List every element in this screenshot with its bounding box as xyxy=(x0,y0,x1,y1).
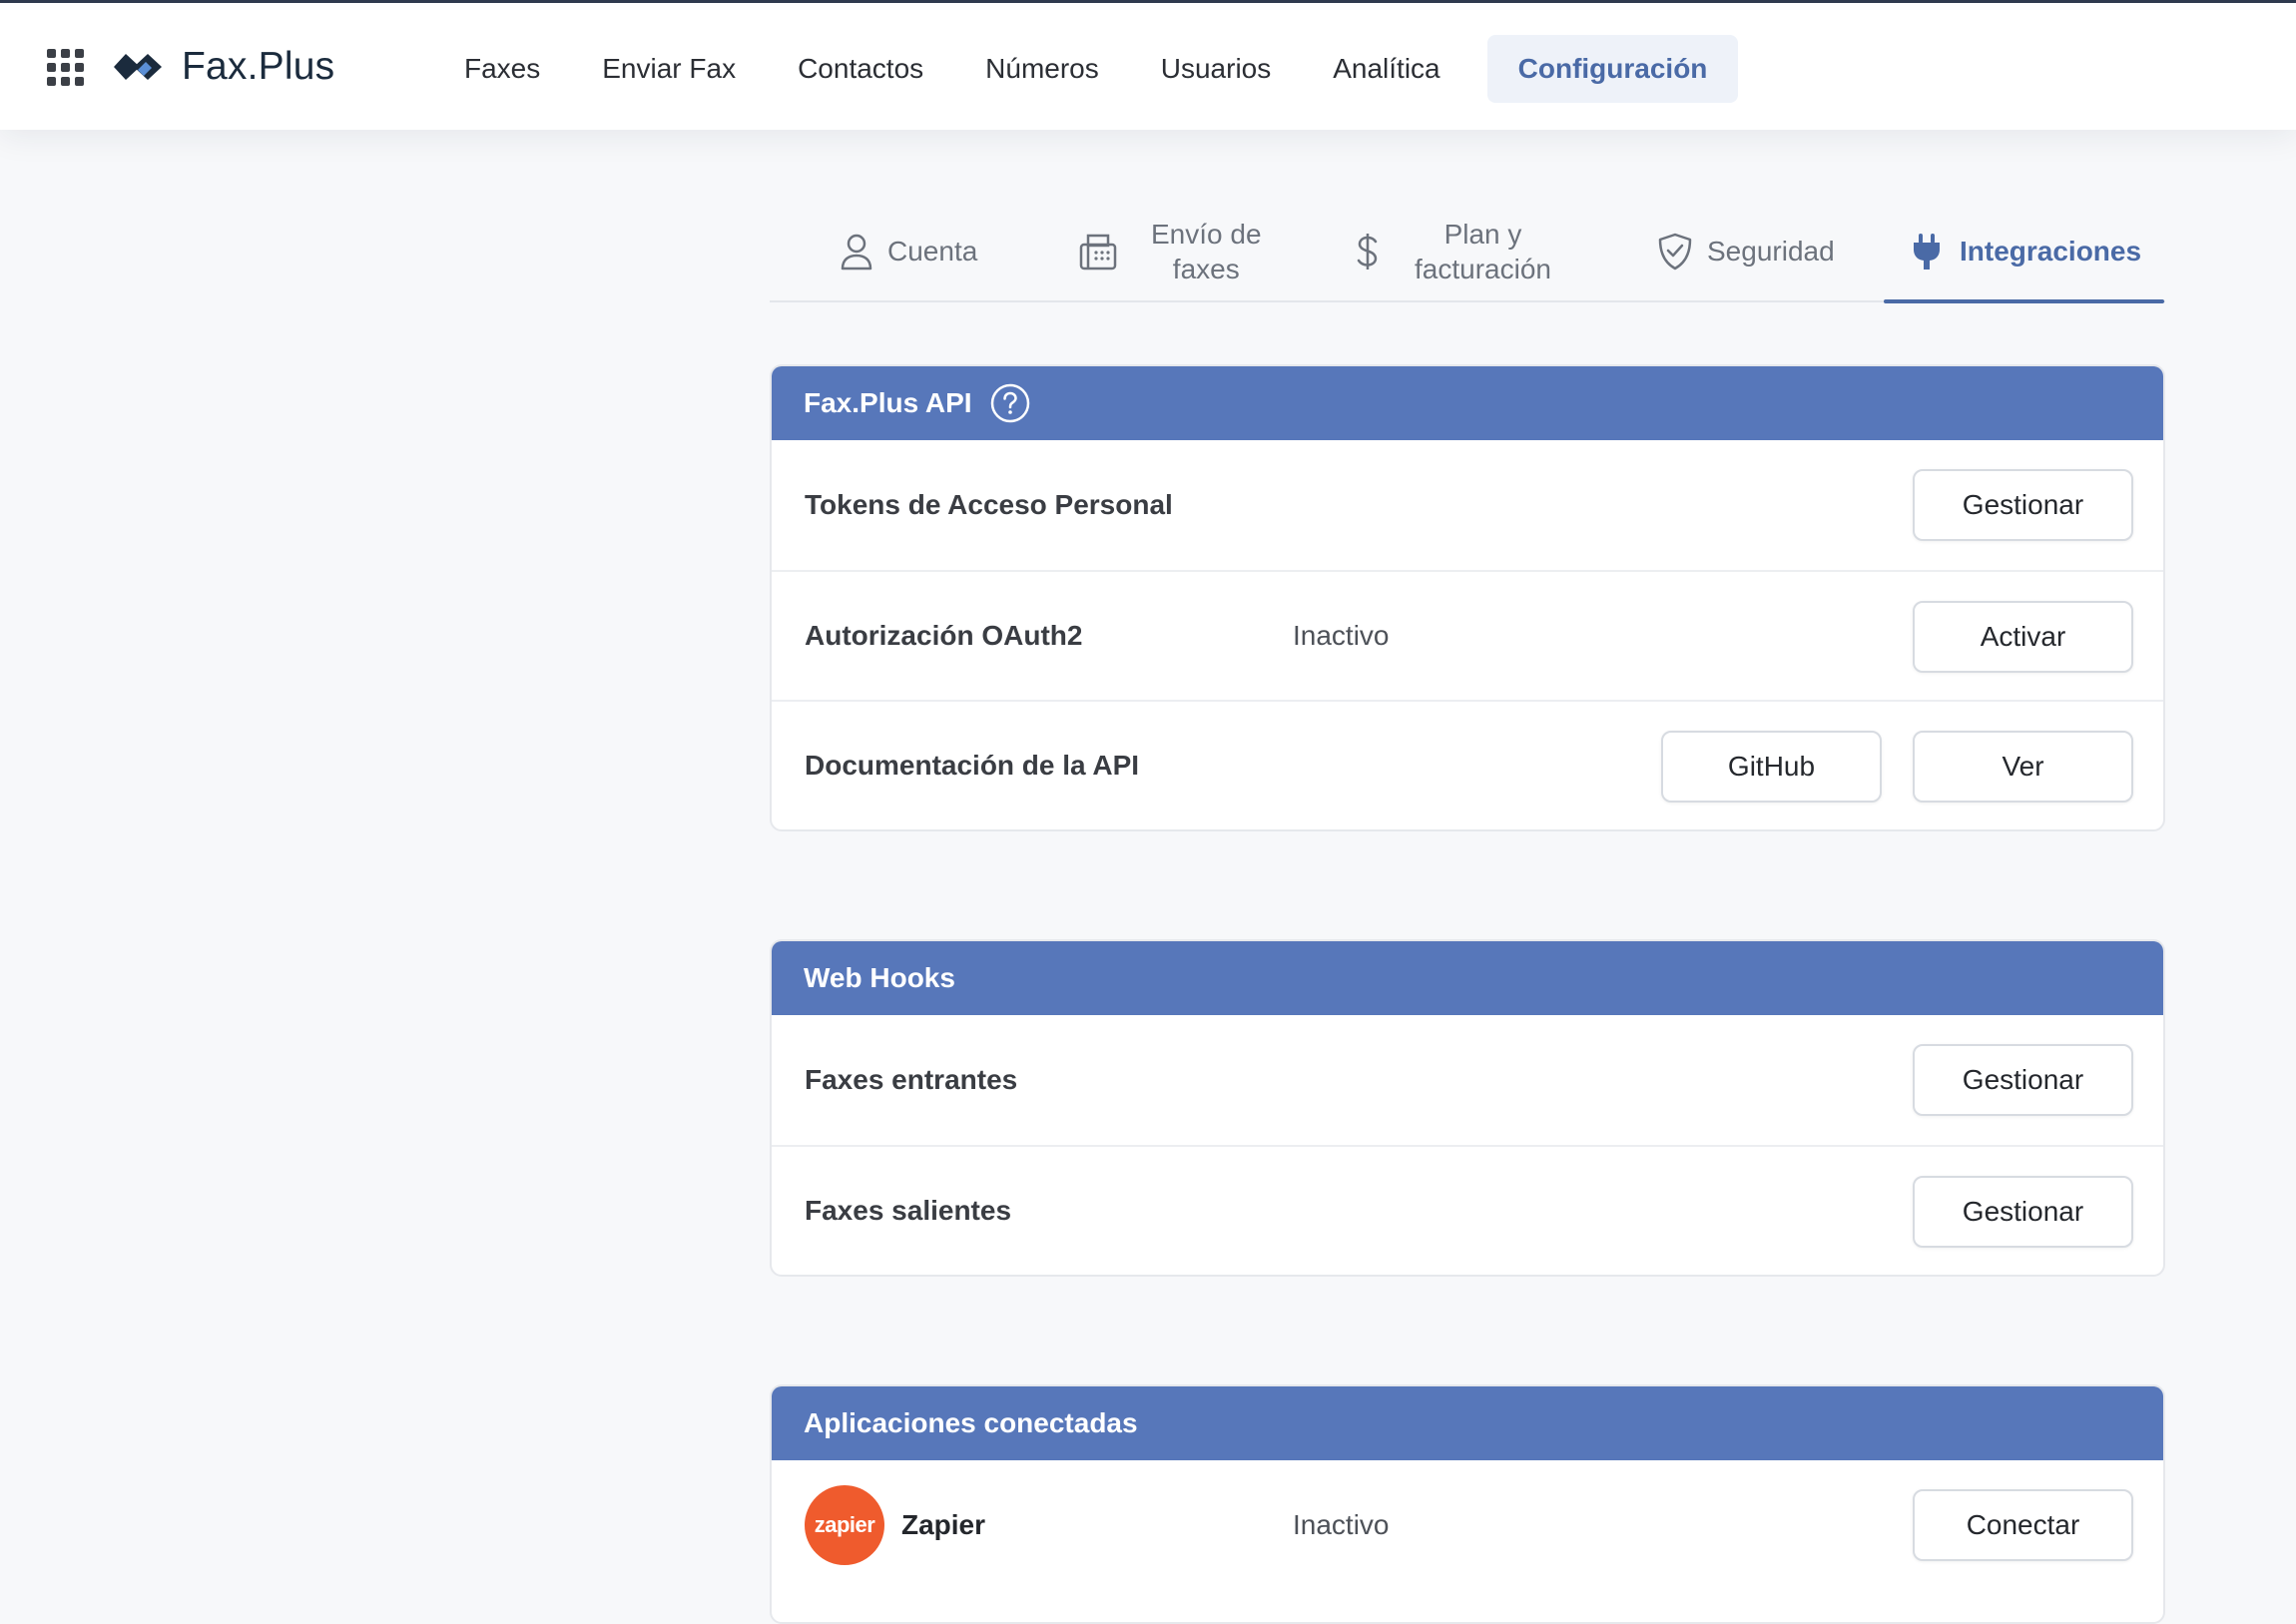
api-row-tokens: Tokens de Acceso Personal Gestionar xyxy=(772,440,2163,570)
plug-icon xyxy=(1914,233,1940,270)
fax-plus-logo-icon xyxy=(114,54,162,80)
tab-plan-billing-line1: Plan y xyxy=(1443,218,1522,250)
connected-apps-card: Aplicaciones conectadas zapier Zapier In… xyxy=(770,1384,2165,1624)
apps-card-title: Aplicaciones conectadas xyxy=(804,1407,1138,1438)
manage-incoming-button[interactable]: Gestionar xyxy=(1913,1044,2133,1116)
webhook-row-outgoing: Faxes salientes Gestionar xyxy=(772,1145,2163,1275)
zapier-label: Zapier xyxy=(901,1509,986,1540)
incoming-faxes-label: Faxes entrantes xyxy=(805,1064,1018,1095)
tab-fax-sending[interactable]: Envío de faxes xyxy=(1079,200,1262,302)
api-row-docs: Documentación de la API GitHub Ver xyxy=(772,700,2163,829)
connect-zapier-button[interactable]: Conectar xyxy=(1913,1489,2133,1561)
nav-contacts[interactable]: Contactos xyxy=(767,35,954,103)
webhook-row-incoming: Faxes entrantes Gestionar xyxy=(772,1015,2163,1145)
api-card-title: Fax.Plus API xyxy=(804,387,972,418)
nav-settings[interactable]: Configuración xyxy=(1486,35,1739,103)
oauth2-label: Autorización OAuth2 xyxy=(805,620,1083,651)
tab-plan-billing-line2: facturación xyxy=(1415,253,1551,284)
tab-account[interactable]: Cuenta xyxy=(840,200,977,302)
github-button[interactable]: GitHub xyxy=(1661,731,1882,803)
api-card: Fax.Plus API Tokens de Acceso Personal G… xyxy=(770,364,2165,831)
main-nav: Faxes Enviar Fax Contactos Números Usuar… xyxy=(433,35,1739,103)
api-docs-label: Documentación de la API xyxy=(805,750,1140,781)
shield-check-icon xyxy=(1658,233,1692,270)
tab-integrations-label: Integraciones xyxy=(1960,236,2142,267)
active-tab-indicator xyxy=(1884,299,2164,303)
tab-plan-billing-label: Plan y facturación xyxy=(1415,217,1551,286)
tab-account-label: Cuenta xyxy=(887,236,978,267)
manage-outgoing-button[interactable]: Gestionar xyxy=(1913,1176,2133,1248)
tokens-label: Tokens de Acceso Personal xyxy=(805,489,1173,520)
nav-analytics[interactable]: Analítica xyxy=(1302,35,1470,103)
oauth2-status: Inactivo xyxy=(1293,620,1390,651)
nav-numbers[interactable]: Números xyxy=(954,35,1130,103)
zapier-status: Inactivo xyxy=(1293,1509,1390,1540)
view-docs-button[interactable]: Ver xyxy=(1913,731,2133,803)
tab-fax-sending-line2: faxes xyxy=(1172,253,1240,284)
webhooks-card-title: Web Hooks xyxy=(804,962,955,993)
fax-plus-logo[interactable]: Fax.Plus xyxy=(112,41,334,93)
tab-security[interactable]: Seguridad xyxy=(1657,200,1835,302)
logo-text: Fax.Plus xyxy=(182,45,335,88)
tab-security-label: Seguridad xyxy=(1707,236,1835,267)
tab-plan-billing[interactable]: Plan y facturación xyxy=(1355,200,1551,302)
zapier-logo: zapier xyxy=(805,1485,884,1565)
nav-send-fax[interactable]: Enviar Fax xyxy=(571,35,767,103)
manage-tokens-button[interactable]: Gestionar xyxy=(1913,469,2133,541)
apps-card-header: Aplicaciones conectadas xyxy=(772,1386,2163,1460)
dollar-icon xyxy=(1357,233,1378,270)
tab-fax-sending-label: Envío de faxes xyxy=(1151,217,1262,286)
fax-machine-icon xyxy=(1079,234,1117,270)
webhooks-card-header: Web Hooks xyxy=(772,941,2163,1015)
activate-oauth2-button[interactable]: Activar xyxy=(1913,601,2133,673)
tab-fax-sending-line1: Envío de xyxy=(1151,218,1262,250)
nav-users[interactable]: Usuarios xyxy=(1130,35,1302,103)
api-row-oauth2: Autorización OAuth2 Inactivo Activar xyxy=(772,570,2163,700)
settings-tabs: Cuenta Envío de faxes Plan y facturación… xyxy=(770,200,2165,303)
outgoing-faxes-label: Faxes salientes xyxy=(805,1195,1012,1226)
nav-faxes[interactable]: Faxes xyxy=(433,35,571,103)
apps-grid-icon[interactable] xyxy=(47,49,84,86)
user-icon xyxy=(841,234,872,270)
help-circle-icon[interactable] xyxy=(990,383,1030,423)
webhooks-card: Web Hooks Faxes entrantes Gestionar Faxe… xyxy=(770,939,2165,1277)
tab-integrations[interactable]: Integraciones xyxy=(1912,200,2141,302)
api-card-header: Fax.Plus API xyxy=(772,366,2163,440)
top-navigation-bar: Fax.Plus Faxes Enviar Fax Contactos Núme… xyxy=(0,0,2296,130)
app-row-zapier: zapier Zapier Inactivo Conectar xyxy=(772,1460,2163,1590)
